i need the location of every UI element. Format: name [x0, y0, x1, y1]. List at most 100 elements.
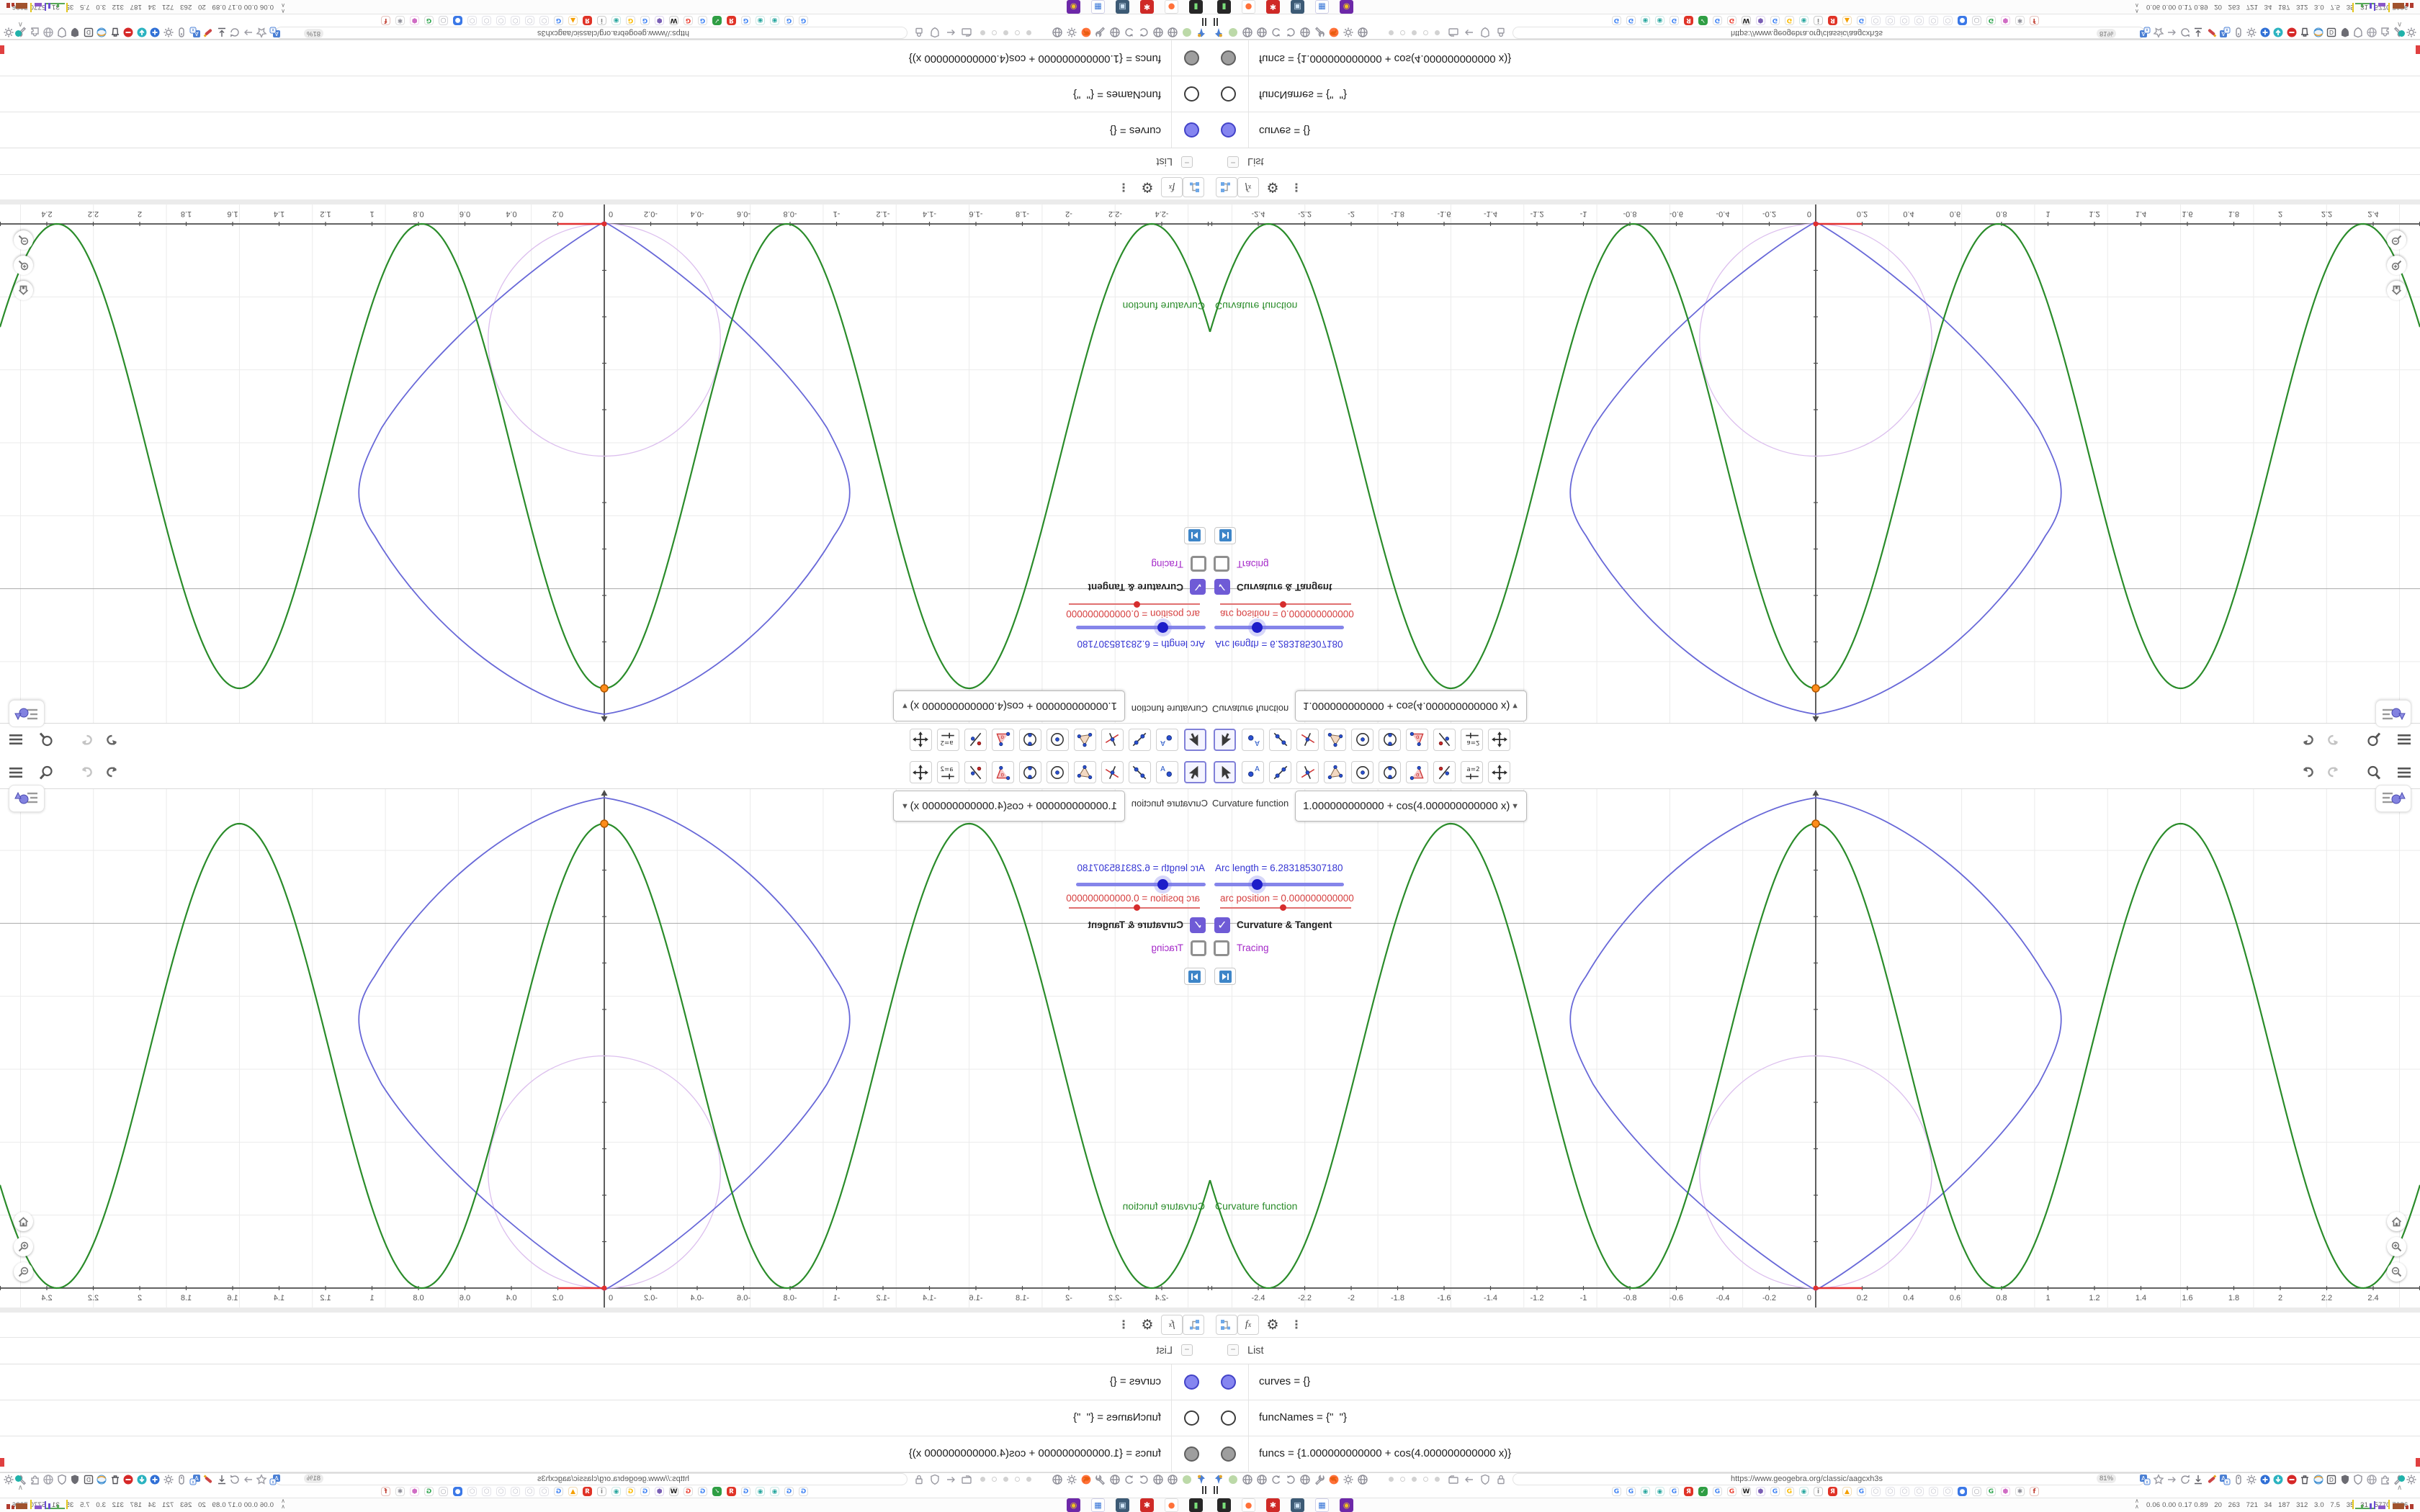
- bookmark-favicon[interactable]: ◉: [1799, 16, 1809, 25]
- translate-icon[interactable]: Ax: [2139, 1474, 2151, 1489]
- url-text[interactable]: https://www.geogebra.org/classic/aagcxh3…: [537, 1475, 689, 1483]
- gear-icon[interactable]: [3, 23, 14, 38]
- taskbar-app-icon[interactable]: ▦: [1091, 0, 1105, 14]
- taskbar-app-icon[interactable]: ▣: [1291, 1498, 1304, 1512]
- download-icon[interactable]: [216, 1474, 228, 1489]
- taskbar-app-icon[interactable]: ▣: [1116, 1498, 1129, 1512]
- bookmark-favicon[interactable]: ⬡: [1886, 1487, 1895, 1496]
- extension-icon[interactable]: [1052, 1474, 1063, 1489]
- gear-icon[interactable]: [2406, 1474, 2417, 1489]
- visibility-marble[interactable]: [1221, 50, 1236, 66]
- tool-point[interactable]: A: [1156, 729, 1178, 751]
- taskbar-app-icon[interactable]: ▦: [1315, 1498, 1329, 1512]
- bookmark-favicon[interactable]: ○: [1972, 16, 1981, 25]
- tracing-checkbox[interactable]: [1214, 940, 1229, 956]
- fx-view-button[interactable]: fx: [1237, 1315, 1259, 1335]
- algebra-tree-view-button[interactable]: [1183, 177, 1204, 197]
- bookmark-favicon[interactable]: ✓: [1698, 1487, 1708, 1496]
- bookmarks-bar[interactable]: G G ◉ ◉ G Я ✓ G G W ⬢ G G ◉ i Я ▲ G ⬡ ⬡ ⬡ ⬡ ⬡ ⬡ ● ○ G ⬢ ✱ f: [381, 16, 808, 25]
- arc-length-slider[interactable]: [1076, 626, 1206, 629]
- fx-view-button[interactable]: fx: [1237, 177, 1259, 197]
- extension-icon[interactable]: [1270, 1474, 1282, 1489]
- zoom-out-button[interactable]: [2387, 230, 2406, 250]
- tool-circle-with-center[interactable]: [1351, 761, 1373, 783]
- extension-icon[interactable]: [1357, 1474, 1368, 1489]
- tool-line[interactable]: [1129, 761, 1151, 783]
- bookmark-favicon[interactable]: G: [684, 1487, 693, 1496]
- tool-reflect-about-line[interactable]: [964, 761, 987, 783]
- taskbar-app-icon[interactable]: ▮: [1217, 0, 1231, 14]
- bookmark-favicon[interactable]: G: [424, 1487, 434, 1496]
- mouse-icon[interactable]: [176, 23, 188, 38]
- bookmark-favicon[interactable]: Я: [1684, 16, 1693, 25]
- bookmark-favicon[interactable]: ▲: [1842, 1487, 1852, 1496]
- browser-action-icons[interactable]: Ax Ax D: [3, 1474, 281, 1489]
- arc-position-slider-thumb[interactable]: [1280, 904, 1286, 911]
- tool-move[interactable]: [1184, 761, 1206, 783]
- marker-icon[interactable]: [2206, 23, 2218, 38]
- bookmark-favicon[interactable]: G: [1727, 16, 1736, 25]
- reload-icon[interactable]: [2179, 1474, 2191, 1489]
- extension-icon[interactable]: [1242, 23, 1253, 38]
- trash-icon[interactable]: [2299, 23, 2311, 38]
- tool-conic-through-points[interactable]: [1379, 761, 1401, 783]
- extension-icon[interactable]: [1242, 1474, 1253, 1489]
- bookmark-favicon[interactable]: Я: [1828, 16, 1837, 25]
- menu-icon[interactable]: [6, 730, 26, 749]
- bookmark-favicon[interactable]: ⬢: [410, 16, 419, 25]
- search-icon[interactable]: [36, 763, 56, 782]
- bookmark-favicon[interactable]: Я: [1684, 1487, 1693, 1496]
- bookmark-favicon[interactable]: G: [698, 16, 707, 25]
- graphics-stylebar-toggle[interactable]: [9, 785, 45, 812]
- search-icon[interactable]: [2364, 763, 2384, 782]
- extension-icon[interactable]: [1052, 23, 1063, 38]
- bookmark-favicon[interactable]: i: [597, 16, 606, 25]
- rec-icon[interactable]: [123, 1474, 135, 1489]
- tracing-checkbox[interactable]: [1191, 556, 1206, 572]
- downc-icon[interactable]: [2272, 1474, 2284, 1489]
- graphics-stylebar-toggle[interactable]: [9, 700, 45, 727]
- bookmark-favicon[interactable]: ✓: [712, 1487, 722, 1496]
- tool-reflect-about-line[interactable]: [1433, 761, 1456, 783]
- tool-polygon[interactable]: [1324, 729, 1346, 751]
- bookmark-favicon[interactable]: W: [669, 16, 678, 25]
- visibility-marble[interactable]: [1184, 122, 1199, 138]
- bookmark-favicon[interactable]: ⬡: [1871, 1487, 1881, 1496]
- bookmark-favicon[interactable]: G: [1612, 1487, 1621, 1496]
- bookmark-favicon[interactable]: ◉: [1641, 16, 1650, 25]
- settings-gear-icon[interactable]: ⚙: [1137, 177, 1158, 197]
- bookmark-favicon[interactable]: ▲: [568, 1487, 578, 1496]
- bookmark-favicon[interactable]: Я: [583, 1487, 592, 1496]
- gear-icon[interactable]: [163, 23, 174, 38]
- extension-icon[interactable]: [1227, 1474, 1239, 1489]
- folder-icon[interactable]: [961, 23, 972, 38]
- function-dropdown[interactable]: 1.000000000000 + cos(4.000000000000 x) ▼: [1295, 791, 1527, 822]
- extension-icon[interactable]: [1285, 1474, 1296, 1489]
- lock-icon[interactable]: [1495, 1474, 1507, 1489]
- tool-line[interactable]: [1269, 729, 1291, 751]
- algebra-row[interactable]: funcs = {1.000000000000 + cos(4.00000000…: [1210, 40, 2420, 76]
- bookmark-favicon[interactable]: ○: [439, 16, 448, 25]
- arc-position-slider-thumb[interactable]: [1134, 904, 1140, 911]
- tool-move-graphics-view[interactable]: [910, 761, 932, 783]
- bookmark-favicon[interactable]: G: [1670, 1487, 1679, 1496]
- algebra-tree-view-button[interactable]: [1216, 177, 1237, 197]
- algebra-row[interactable]: funcNames = {" "}: [0, 1400, 1210, 1436]
- plusc-icon[interactable]: [2259, 1474, 2271, 1489]
- bookmark-favicon[interactable]: ⬡: [1943, 16, 1953, 25]
- visibility-marble[interactable]: [1184, 1410, 1199, 1426]
- more-options-icon[interactable]: ⋮: [1116, 1315, 1131, 1335]
- tool-slider[interactable]: a=2: [937, 761, 959, 783]
- arc-length-slider[interactable]: [1076, 883, 1206, 886]
- extension-icon[interactable]: [1080, 1474, 1092, 1489]
- browser-action-icons[interactable]: Ax Ax D: [3, 23, 281, 38]
- translate-icon[interactable]: Ax: [269, 23, 281, 38]
- folder-icon[interactable]: [961, 1474, 972, 1489]
- step-button[interactable]: [1214, 527, 1236, 544]
- bookmark-favicon[interactable]: ⬢: [2001, 16, 2010, 25]
- bookmarks-bar[interactable]: G G ◉ ◉ G Я ✓ G G W ⬢ G G ◉ i Я ▲ G ⬡ ⬡ ⬡ ⬡ ⬡ ⬡ ● ○ G ⬢ ✱ f: [1612, 1487, 2039, 1496]
- puzzle-icon[interactable]: [30, 1474, 41, 1489]
- folder-icon[interactable]: [1448, 23, 1459, 38]
- bookmark-favicon[interactable]: ▲: [1842, 16, 1852, 25]
- translate-icon[interactable]: Ax: [2219, 23, 2231, 38]
